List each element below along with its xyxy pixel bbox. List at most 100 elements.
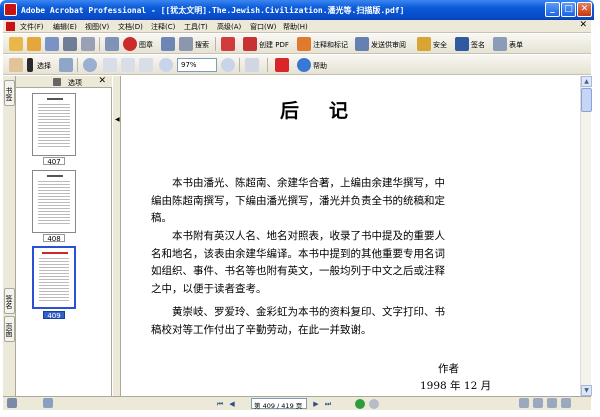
first-page-button[interactable]: ⏮	[215, 399, 225, 409]
menu-comments[interactable]: 注释(C)	[151, 22, 175, 32]
thumbnail-text	[38, 179, 70, 226]
actual-size-icon[interactable]	[103, 58, 117, 72]
toolbar-separator	[267, 58, 268, 72]
trash-icon[interactable]	[53, 78, 61, 86]
toolbar-separator	[99, 37, 100, 51]
panel-splitter[interactable]: ◀	[113, 76, 121, 396]
review-icon[interactable]	[297, 37, 311, 51]
scroll-down-button[interactable]: ▼	[581, 385, 592, 396]
zoom-in-icon[interactable]	[221, 58, 235, 72]
send-review-label[interactable]: 发送供审阅	[371, 40, 406, 50]
print-icon[interactable]	[63, 37, 77, 51]
status-icon	[7, 398, 17, 408]
panel-header: 选项 ✕	[16, 76, 112, 88]
maximize-button[interactable]: □	[561, 2, 576, 17]
page-heading: 后记	[280, 100, 379, 122]
go-back-icon[interactable]	[355, 399, 365, 409]
acrobat-app-icon	[4, 3, 17, 16]
menu-help[interactable]: 帮助(H)	[283, 22, 308, 32]
continuous-facing-icon[interactable]	[561, 398, 571, 408]
thumbnail-page-number: 407	[43, 157, 65, 166]
zoom-input[interactable]: 97%	[177, 58, 217, 72]
menu-tools[interactable]: 工具(T)	[184, 22, 208, 32]
send-review-icon[interactable]	[355, 37, 369, 51]
zoom-out-icon[interactable]	[159, 58, 173, 72]
menu-advanced[interactable]: 高级(A)	[217, 22, 241, 32]
navigation-tabs: 书签 签名 页面	[3, 76, 16, 396]
save-icon[interactable]	[45, 37, 59, 51]
select-tool-icon[interactable]	[27, 58, 33, 72]
select-label[interactable]: 选择	[37, 61, 51, 71]
collapse-arrow-icon[interactable]: ◀	[115, 116, 120, 123]
yahoo-icon[interactable]	[275, 58, 289, 72]
open-folder-icon[interactable]	[9, 37, 23, 51]
menu-view[interactable]: 视图(V)	[85, 22, 109, 32]
review-label[interactable]: 注释和标记	[313, 40, 348, 50]
stamp-icon[interactable]	[123, 37, 137, 51]
main-toolbar: 图章 搜索 创建 PDF 注释和标记 发送供审阅 安全 签名 表单	[3, 34, 591, 54]
window-title: Adobe Acrobat Professional - [[犹太文明].The…	[21, 6, 405, 15]
panel-close-button[interactable]: ✕	[98, 76, 106, 86]
create-pdf-icon[interactable]	[243, 37, 257, 51]
page-size-icon[interactable]	[43, 398, 53, 408]
minimize-button[interactable]: _	[545, 2, 560, 17]
thumbnail-text	[39, 256, 69, 301]
tab-signatures[interactable]: 签名	[4, 288, 15, 314]
create-pdf-label[interactable]: 创建 PDF	[259, 40, 289, 50]
next-page-button[interactable]: ▶	[311, 399, 321, 409]
page-thumbnail[interactable]	[32, 93, 76, 156]
page-thumbnail-selected[interactable]	[32, 246, 76, 309]
zoom-icon[interactable]	[83, 58, 97, 72]
close-button[interactable]: ✕	[577, 2, 592, 17]
document-close-button[interactable]: ✕	[579, 20, 587, 30]
menu-edit[interactable]: 编辑(E)	[53, 22, 77, 32]
page-thumbnail[interactable]	[32, 170, 76, 233]
single-page-icon[interactable]	[519, 398, 529, 408]
continuous-icon[interactable]	[533, 398, 543, 408]
page-number-field[interactable]: 第 409 / 419 页	[251, 398, 307, 410]
document-page: 后记 本书由潘光、陈超南、余建华合著，上编由余建华撰写，中 编由陈超南撰写，下编…	[122, 76, 580, 396]
thumbnail-text	[38, 102, 70, 149]
hand-tool-icon[interactable]	[9, 58, 23, 72]
menu-file[interactable]: 文件(F)	[20, 22, 44, 32]
email-icon[interactable]	[81, 37, 95, 51]
menu-document[interactable]: 文档(D)	[118, 22, 143, 32]
scrollbar-thumb[interactable]	[581, 88, 592, 112]
security-icon[interactable]	[417, 37, 431, 51]
help-icon[interactable]	[297, 58, 311, 72]
fit-width-icon[interactable]	[139, 58, 153, 72]
search-icon[interactable]	[179, 37, 193, 51]
scroll-up-button[interactable]: ▲	[581, 76, 592, 87]
tab-pages[interactable]: 页面	[4, 316, 15, 342]
security-label[interactable]: 安全	[433, 40, 447, 50]
forms-label[interactable]: 表单	[509, 40, 523, 50]
facing-icon[interactable]	[547, 398, 557, 408]
rotate-icon[interactable]	[245, 58, 259, 72]
thumbnail-heading	[42, 252, 68, 254]
go-forward-icon[interactable]	[369, 399, 379, 409]
forms-icon[interactable]	[493, 37, 507, 51]
search-label[interactable]: 搜索	[195, 40, 209, 50]
options-menu[interactable]: 选项	[68, 78, 82, 88]
snapshot-icon[interactable]	[59, 58, 73, 72]
last-page-button[interactable]: ⏭	[323, 399, 333, 409]
vertical-scrollbar[interactable]: ▲ ▼	[580, 76, 592, 396]
paragraph-line: 名和地名，该表由余建华编译。本书中提到的其他重要专用名词	[151, 247, 445, 260]
sign-icon[interactable]	[455, 37, 469, 51]
organize-pages-icon[interactable]	[221, 37, 235, 51]
organizer-icon[interactable]	[27, 37, 41, 51]
paragraph-line: 本书附有英汉人名、地名对照表，收录了书中提及的重要人	[172, 230, 445, 242]
navigation-toolbar: 选择 97% 帮助	[3, 55, 591, 75]
help-label[interactable]: 帮助	[313, 61, 327, 71]
sign-label[interactable]: 签名	[471, 40, 485, 50]
attach-icon[interactable]	[105, 37, 119, 51]
previous-page-button[interactable]: ◀	[227, 399, 237, 409]
tab-bookmarks[interactable]: 书签	[4, 80, 15, 106]
fit-page-icon[interactable]	[121, 58, 135, 72]
comment-icon[interactable]	[161, 37, 175, 51]
toolbar-separator	[77, 58, 78, 72]
stamp-label[interactable]: 图章	[139, 40, 153, 50]
document-icon	[6, 22, 15, 31]
menu-window[interactable]: 窗口(W)	[250, 22, 276, 32]
paragraph-line: 稿校对等工作付出了辛勤劳动，在此一并致谢。	[151, 323, 372, 336]
